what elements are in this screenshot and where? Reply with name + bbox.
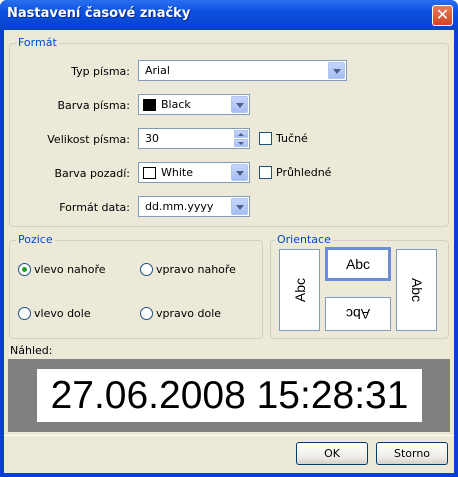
date-format-value: dd.mm.yyyy xyxy=(145,200,214,213)
dialog-client: Formát Typ písma: Arial Barva písma: Bla… xyxy=(4,30,454,473)
font-type-value: Arial xyxy=(145,64,170,77)
font-size-label: Velikost písma: xyxy=(47,133,130,146)
divider xyxy=(4,435,454,436)
spin-buttons[interactable] xyxy=(234,130,248,147)
font-type-select[interactable]: Arial xyxy=(138,60,347,81)
bold-label: Tučné xyxy=(276,132,308,145)
title-bar[interactable]: Nastavení časové značky ✕ xyxy=(0,0,458,30)
chevron-down-icon[interactable] xyxy=(328,62,345,79)
orientation-right[interactable]: Abc xyxy=(396,249,437,331)
format-group: Formát Typ písma: Arial Barva písma: Bla… xyxy=(9,36,449,227)
bg-color-label: Barva pozadí: xyxy=(54,167,130,180)
dialog-window: Nastavení časové značky ✕ Formát Typ pís… xyxy=(0,0,458,477)
orientation-left[interactable]: Abc xyxy=(279,249,320,331)
radio-bottom-left-label: vlevo dole xyxy=(34,307,91,320)
close-icon[interactable]: ✕ xyxy=(432,5,453,26)
font-size-stepper[interactable]: 30 xyxy=(138,128,250,149)
radio-top-right[interactable] xyxy=(140,263,153,276)
font-color-value: Black xyxy=(161,98,191,111)
font-type-label: Typ písma: xyxy=(71,65,130,78)
bg-color-swatch xyxy=(143,167,156,179)
font-size-value: 30 xyxy=(145,132,159,145)
preview-area: 27.06.2008 15:28:31 xyxy=(8,359,450,432)
chevron-down-icon[interactable] xyxy=(231,198,248,215)
bg-color-value: White xyxy=(161,166,193,179)
font-color-swatch xyxy=(143,99,156,111)
transparent-label: Průhledné xyxy=(276,166,332,179)
spin-down-icon[interactable] xyxy=(234,139,248,147)
font-color-label: Barva písma: xyxy=(57,99,131,112)
date-format-select[interactable]: dd.mm.yyyy xyxy=(138,196,250,217)
radio-bottom-right[interactable] xyxy=(140,307,153,320)
orientation-bottom-text: Abc xyxy=(345,306,371,322)
bg-color-select[interactable]: White xyxy=(138,162,250,183)
orientation-legend: Orientace xyxy=(275,233,333,246)
radio-top-left[interactable] xyxy=(18,263,31,276)
bold-checkbox[interactable] xyxy=(259,132,272,145)
preview-label: Náhled: xyxy=(10,344,53,357)
window-title: Nastavení časové značky xyxy=(7,6,191,21)
chevron-down-icon[interactable] xyxy=(231,96,248,113)
radio-top-right-label: vpravo nahoře xyxy=(156,263,236,276)
radio-top-left-label: vlevo nahoře xyxy=(34,263,106,276)
radio-bottom-right-label: vpravo dole xyxy=(156,307,222,320)
position-group: Pozice vlevo nahoře vpravo nahoře vlevo … xyxy=(9,233,263,339)
format-legend: Formát xyxy=(16,36,59,49)
cancel-button[interactable]: Storno xyxy=(376,442,448,465)
preview-timestamp: 27.06.2008 15:28:31 xyxy=(37,369,422,422)
font-color-select[interactable]: Black xyxy=(138,94,250,115)
date-format-label: Formát data: xyxy=(59,201,130,214)
orientation-group: Orientace Abc Abc Abc Abc xyxy=(270,233,449,339)
transparent-checkbox[interactable] xyxy=(259,166,272,179)
spin-up-icon[interactable] xyxy=(234,130,248,138)
position-legend: Pozice xyxy=(16,233,55,246)
orientation-left-text: Abc xyxy=(291,277,308,303)
orientation-right-text: Abc xyxy=(408,277,425,303)
orientation-bottom[interactable]: Abc xyxy=(325,297,391,331)
orientation-top-text: Abc xyxy=(345,256,371,272)
orientation-top[interactable]: Abc xyxy=(325,247,391,281)
ok-button[interactable]: OK xyxy=(296,442,368,465)
chevron-down-icon[interactable] xyxy=(231,164,248,181)
radio-bottom-left[interactable] xyxy=(18,307,31,320)
